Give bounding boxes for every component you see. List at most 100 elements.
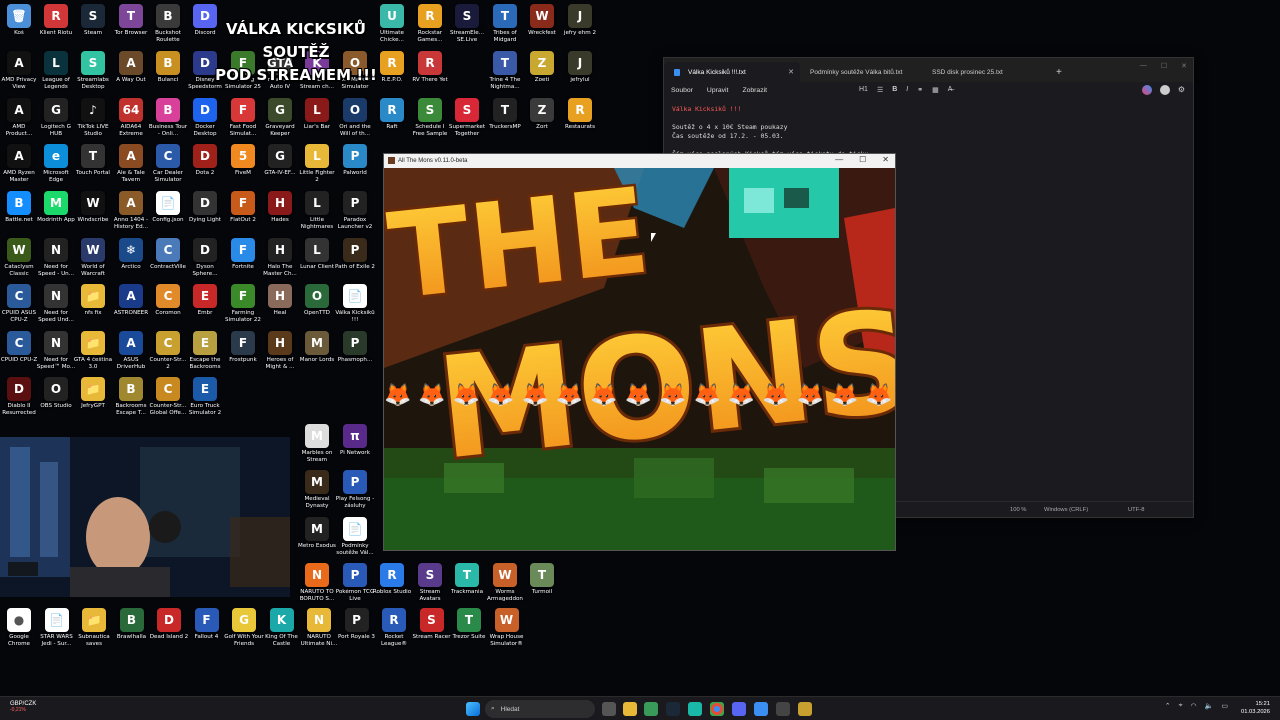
desktop-icon[interactable]: 📄 Config.json xyxy=(149,191,187,239)
desktop-icon[interactable]: H Heal xyxy=(261,284,299,332)
volume-icon[interactable]: 🔈 xyxy=(1205,702,1214,710)
file-explorer-icon[interactable] xyxy=(623,702,637,716)
desktop-icon[interactable]: F Farming Simulator 22 xyxy=(224,284,262,332)
copilot-icon[interactable] xyxy=(1141,85,1152,95)
desktop-icon[interactable]: D Dyson Sphere... xyxy=(186,238,224,286)
desktop-icon[interactable]: W Windscribe xyxy=(74,191,112,239)
desktop-icon[interactable]: W Worms Armageddon xyxy=(486,563,524,611)
desktop-icon[interactable]: W World of Warcraft xyxy=(74,238,112,286)
desktop-icon[interactable]: N Need for Speed - Un... xyxy=(37,238,75,286)
desktop-icon[interactable]: G Logitech G HUB xyxy=(37,98,75,146)
notepad-icon[interactable] xyxy=(754,702,768,716)
desktop-icon[interactable]: F FlatOut 2 xyxy=(224,191,262,239)
desktop-icon[interactable]: C CPUID ASUS CPU-Z xyxy=(0,284,38,332)
new-tab-button[interactable]: + xyxy=(1056,67,1062,82)
close-button[interactable]: ✕ xyxy=(1181,62,1187,70)
location-icon[interactable]: ⌖ xyxy=(1179,702,1183,710)
desktop-icon[interactable]: D Docker Desktop xyxy=(186,98,224,146)
desktop-icon[interactable]: π Pi Network xyxy=(336,424,374,472)
chevron-up-icon[interactable]: ⌃ xyxy=(1165,702,1171,710)
desktop-icon[interactable]: 📁 GTA 4 čeština 3.0 xyxy=(74,331,112,379)
desktop-icon[interactable]: E Escape the Backrooms xyxy=(186,331,224,379)
menu-zobrazit[interactable]: Zobrazit xyxy=(742,87,767,94)
table-icon[interactable]: ▦ xyxy=(932,86,939,94)
task-view-icon[interactable] xyxy=(602,702,616,716)
desktop-icon[interactable]: C Counter-Str... 2 xyxy=(149,331,187,379)
desktop-icon[interactable]: S Stream Avatars xyxy=(411,563,449,611)
game-viewport[interactable]: THE MONS 🦊 🦊 🦊 🦊 🦊 🦊 🦊 🦊 🦊 🦊 🦊 🦊 🦊 🦊 🦊 🦊 xyxy=(384,159,895,550)
desktop-icon[interactable]: S Stream Racer xyxy=(412,608,451,656)
app3-icon[interactable] xyxy=(776,702,790,716)
desktop-icon[interactable]: N NARUTO Ultimate Ni... xyxy=(300,608,338,656)
desktop-icon[interactable]: B Bulanci xyxy=(149,51,187,99)
desktop-icon[interactable]: Z Zoeti xyxy=(523,51,561,99)
desktop-icon[interactable]: N NARUTO TO BORUTO S... xyxy=(298,563,336,611)
desktop-icon[interactable]: O OpenTTD xyxy=(298,284,336,332)
desktop-icon[interactable]: O Ori and the Will of th... xyxy=(336,98,374,146)
account-icon[interactable] xyxy=(1159,85,1170,95)
tab-podminky[interactable]: Podmínky soutěže Válka bitů.txt xyxy=(800,62,922,82)
desktop-icon[interactable]: P Play Felsong - zásluhy xyxy=(336,470,374,518)
desktop-icon[interactable]: M Modrinth App xyxy=(37,191,75,239)
desktop-icon[interactable]: R Rocket League® xyxy=(375,608,413,656)
desktop-icon[interactable]: A AMD Ryzen Master xyxy=(0,144,38,192)
desktop-icon[interactable]: B Battle.net xyxy=(0,191,38,239)
wifi-icon[interactable]: ◠ xyxy=(1191,702,1197,710)
desktop-icon[interactable]: S Streamlabs Desktop xyxy=(74,51,112,99)
desktop-icon[interactable]: S Steam xyxy=(74,4,112,52)
desktop-icon[interactable]: 📄 STAR WARS Jedi - Sur... xyxy=(38,608,76,656)
desktop-icon[interactable]: T TruckersMP xyxy=(486,98,524,146)
desktop-icon[interactable]: P Port Royale 3 xyxy=(338,608,376,656)
menu-upravit[interactable]: Upravit xyxy=(707,87,729,94)
app2-icon[interactable] xyxy=(688,702,702,716)
desktop-icon[interactable]: Jjefry ehm 2 xyxy=(561,4,599,52)
desktop-icon[interactable]: R Rockstar Games... xyxy=(411,4,449,52)
desktop-icon[interactable]: W Wreckfest xyxy=(523,4,561,52)
desktop-icon[interactable]: 📁 JefryGPT xyxy=(74,377,112,425)
app-icon[interactable] xyxy=(644,702,658,716)
desktop-icon[interactable]: L Little Nightmares xyxy=(298,191,336,239)
desktop-icon[interactable]: F Fast Food Simulat... xyxy=(224,98,262,146)
maximize-button[interactable]: ☐ xyxy=(1161,62,1167,70)
desktop-icon[interactable]: T Touch Portal xyxy=(74,144,112,192)
discord-icon[interactable] xyxy=(732,702,746,716)
desktop-icon[interactable]: A Anno 1404 - History Ed... xyxy=(112,191,150,239)
desktop-icon[interactable]: R Restaurats xyxy=(561,98,599,146)
encoding[interactable]: UTF-8 xyxy=(1128,507,1144,513)
desktop-icon[interactable]: E Embr xyxy=(186,284,224,332)
desktop-icon[interactable]: W Cataclysm Classic xyxy=(0,238,38,286)
desktop-icon[interactable]: P Palworld xyxy=(336,144,374,192)
desktop-icon[interactable]: G Golf With Your Friends xyxy=(224,608,264,656)
tab-ssd-disk[interactable]: SSD disk prosinec 25.txt xyxy=(922,62,1040,82)
desktop-icon[interactable]: Jjefrylul xyxy=(561,51,599,99)
game-window[interactable]: All The Mons v0.11.0-beta — ☐ ✕ THE MONS… xyxy=(383,153,896,551)
desktop-icon[interactable]: N Need for Speed Und... xyxy=(37,284,75,332)
desktop-icon[interactable]: C Car Dealer Simulator xyxy=(149,144,187,192)
desktop-icon[interactable]: D Diablo II Resurrected xyxy=(0,377,38,425)
desktop-icon[interactable]: G GTA-IV-EF... xyxy=(261,144,299,192)
desktop-icon[interactable]: D Dying Light xyxy=(186,191,224,239)
desktop-icon[interactable]: T Trine 4 The Nightma... xyxy=(486,51,524,99)
tab-valka-kicksiku[interactable]: Válka Kicksiků !!!.txt ✕ xyxy=(664,62,800,82)
desktop-icon[interactable]: B Buckshot Roulette xyxy=(149,4,187,52)
desktop-icon[interactable]: 64 AIDA64 Extreme xyxy=(112,98,150,146)
desktop-icon[interactable]: A ASTRONEER xyxy=(112,284,150,332)
desktop-icon[interactable]: E Euro Truck Simulator 2 xyxy=(186,377,224,425)
italic-icon[interactable]: I xyxy=(906,86,908,94)
desktop-icon[interactable]: 📁 Subnautica saves xyxy=(75,608,113,656)
desktop-icon[interactable]: ● Google Chrome xyxy=(0,608,38,656)
settings-gear-icon[interactable]: ⚙ xyxy=(1178,85,1185,95)
desktop-icon[interactable]: H Halo The Master Ch... xyxy=(261,238,299,286)
desktop-icon[interactable]: Z Zort xyxy=(523,98,561,146)
desktop-icon[interactable]: C Coromon xyxy=(149,284,187,332)
game-titlebar[interactable]: All The Mons v0.11.0-beta — ☐ ✕ xyxy=(384,154,895,168)
desktop-icon[interactable]: S Supermarket Together xyxy=(448,98,486,146)
desktop-icon[interactable]: G Graveyard Keeper xyxy=(261,98,299,146)
chrome-icon[interactable] xyxy=(710,702,724,716)
clear-format-icon[interactable]: A̶ xyxy=(948,86,953,94)
desktop-icon[interactable]: P Phasmoph... xyxy=(336,331,374,379)
desktop-icon[interactable]: C Counter-Str... Global Offe... xyxy=(149,377,187,425)
desktop-icon[interactable]: A Ale & Tale Tavern xyxy=(112,144,150,192)
desktop-icon[interactable]: 📁 nfs fix xyxy=(74,284,112,332)
desktop-icon[interactable]: ♪ TikTok LIVE Studio xyxy=(74,98,112,146)
